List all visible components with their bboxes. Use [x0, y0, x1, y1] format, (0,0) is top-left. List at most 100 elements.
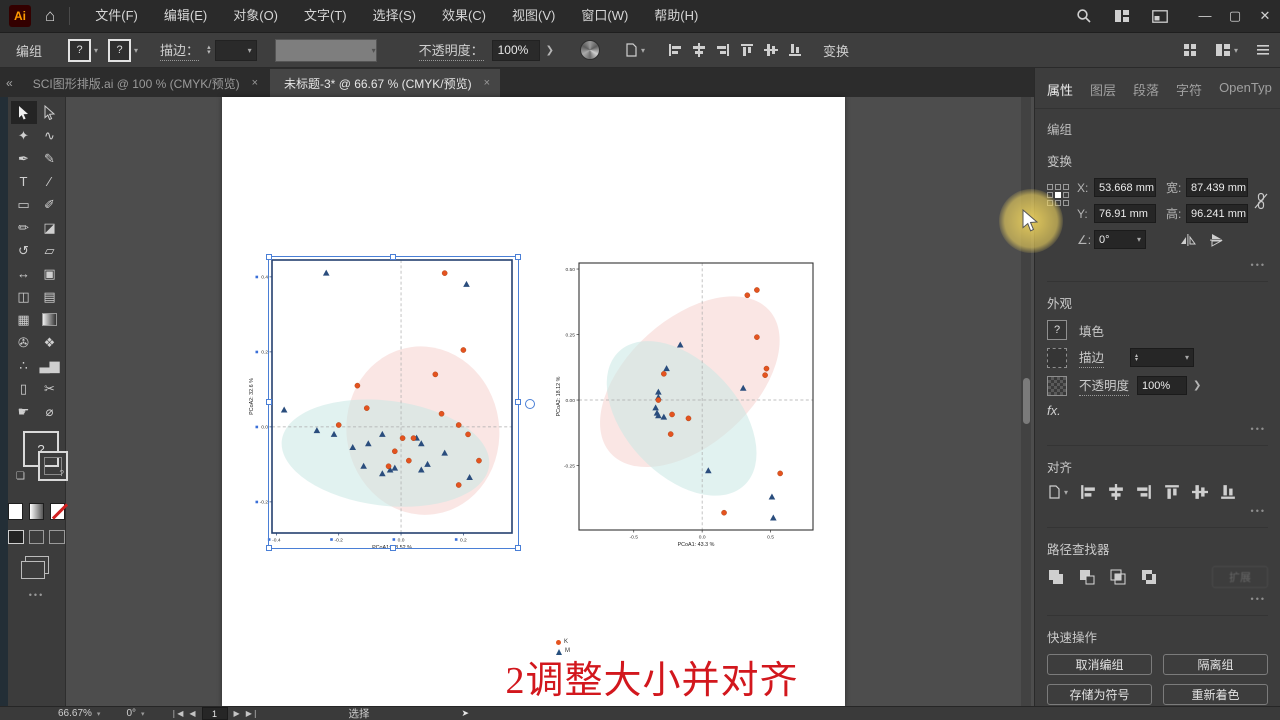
menu-edit[interactable]: 编辑(E)	[151, 0, 220, 32]
stroke-link[interactable]: 描边	[1079, 347, 1105, 368]
menu-object[interactable]: 对象(O)	[220, 0, 291, 32]
workspace-icon[interactable]: ▾	[1215, 43, 1238, 57]
minimize-button[interactable]: —	[1190, 0, 1220, 32]
tab-paragraph[interactable]: 段落	[1133, 80, 1159, 99]
column-graph-tool-icon[interactable]: ▃▆	[37, 354, 63, 377]
paintbrush-tool-icon[interactable]: ✐	[37, 193, 63, 216]
tab-opentype[interactable]: OpenTyp	[1219, 80, 1272, 99]
last-artboard-icon[interactable]: ▶❘	[246, 709, 259, 718]
draw-normal-mode[interactable]	[8, 530, 24, 544]
first-artboard-icon[interactable]: ❘◀	[171, 709, 184, 718]
stroke-link[interactable]: 描边：	[160, 40, 200, 61]
width-profile-dropdown[interactable]: ▾	[274, 38, 377, 62]
rectangle-tool-icon[interactable]: ▭	[11, 193, 37, 216]
opacity-input[interactable]: 100%	[1137, 376, 1188, 395]
transform-link[interactable]: 变换	[823, 41, 849, 60]
menu-file[interactable]: 文件(F)	[82, 0, 151, 32]
scale-tool-icon[interactable]: ▱	[37, 239, 63, 262]
x-input[interactable]: 53.668 mm	[1094, 178, 1156, 197]
menu-select[interactable]: 选择(S)	[360, 0, 429, 32]
menu-help[interactable]: 帮助(H)	[641, 0, 711, 32]
pathfinder-minus-front-icon[interactable]	[1078, 568, 1096, 586]
align-top-icon[interactable]	[740, 43, 754, 57]
align-right-icon[interactable]	[1136, 484, 1152, 500]
stroke-swatch[interactable]	[1047, 347, 1067, 368]
draw-behind-mode[interactable]	[28, 530, 45, 544]
align-vcenter-icon[interactable]	[764, 43, 778, 57]
menu-type[interactable]: 文字(T)	[291, 0, 360, 32]
lasso-tool-icon[interactable]: ∿	[37, 124, 63, 147]
workspace-switch-icon[interactable]	[1152, 10, 1168, 23]
curvature-tool-icon[interactable]: ✎	[37, 147, 63, 170]
unlink-dimensions-icon[interactable]	[1254, 192, 1268, 210]
recolor-artwork-icon[interactable]	[579, 40, 600, 60]
rotation-dropdown[interactable]: 0° ▾	[1094, 230, 1146, 249]
fill-swatch[interactable]: ?	[1047, 320, 1067, 340]
pen-tool-icon[interactable]: ✒	[11, 147, 37, 170]
close-button[interactable]: ✕	[1250, 0, 1280, 32]
maximize-button[interactable]: ▢	[1220, 0, 1250, 32]
chevron-down-icon[interactable]: ▾	[97, 710, 101, 718]
width-input[interactable]: 87.439 mm	[1186, 178, 1248, 197]
swap-fill-stroke-icon[interactable]: ❏	[16, 471, 25, 482]
fill-swatch[interactable]: ?	[68, 38, 92, 62]
height-input[interactable]: 96.241 mm	[1186, 204, 1248, 223]
color-fill-chip[interactable]	[8, 503, 23, 520]
align-left-icon[interactable]	[1080, 484, 1096, 500]
free-transform-tool-icon[interactable]: ▣	[37, 262, 63, 285]
artboard-tool-icon[interactable]: ▯	[11, 377, 37, 400]
selection-tool-icon[interactable]	[10, 101, 37, 124]
document-tab[interactable]: SCI图形排版.ai @ 100 % (CMYK/预览) ×	[18, 69, 269, 97]
prev-artboard-icon[interactable]: ◀	[189, 709, 195, 718]
annotation-text[interactable]: 2调整大小并对齐	[332, 649, 972, 704]
pathfinder-intersect-icon[interactable]	[1109, 568, 1127, 586]
align-hcenter-icon[interactable]	[1108, 484, 1124, 500]
close-icon[interactable]: ×	[484, 77, 490, 89]
chevron-right-icon[interactable]: ❯	[546, 45, 554, 56]
align-vcenter-icon[interactable]	[1192, 484, 1208, 500]
close-icon[interactable]: ×	[252, 77, 258, 89]
opacity-value[interactable]: 100%	[491, 39, 540, 61]
flip-horizontal-icon[interactable]	[1180, 233, 1196, 247]
draw-inside-mode[interactable]	[49, 530, 66, 544]
align-left-icon[interactable]	[668, 43, 682, 57]
align-bottom-icon[interactable]	[1220, 484, 1236, 500]
edit-toolbar-icon[interactable]: •••	[8, 590, 65, 600]
tab-layers[interactable]: 图层	[1090, 80, 1116, 99]
tab-properties[interactable]: 属性	[1047, 80, 1073, 99]
stroke-width-stepper[interactable]: ▴ ▾	[207, 44, 211, 56]
isolate-group-button[interactable]: 隔离组	[1163, 654, 1268, 675]
align-hcenter-icon[interactable]	[692, 43, 706, 57]
pcoa-plot-left[interactable]: -0.4 -0.2 0.0 0.2 0.4 0.2 0.0 -0.2 PCoA1: 33.52 …	[244, 250, 534, 550]
opacity-link[interactable]: 不透明度：	[418, 40, 484, 61]
gradient-tool-icon[interactable]	[37, 308, 63, 331]
fx-button[interactable]: fx.	[1047, 403, 1268, 418]
chevron-down-icon[interactable]: ▾	[134, 46, 138, 55]
gradient-chip[interactable]	[29, 503, 44, 520]
search-icon[interactable]	[1076, 8, 1092, 24]
more-options-icon[interactable]: •••	[1047, 256, 1268, 272]
shape-builder-tool-icon[interactable]: ◫	[11, 285, 37, 308]
change-screen-mode-icon[interactable]	[20, 556, 49, 579]
more-options-icon[interactable]: •••	[1047, 590, 1268, 606]
eraser-tool-icon[interactable]: ◪	[37, 216, 63, 239]
save-as-symbol-button[interactable]: 存储为符号	[1047, 684, 1152, 705]
arrange-icon[interactable]	[1183, 43, 1197, 57]
symbol-sprayer-tool-icon[interactable]: ∴	[11, 354, 37, 377]
slice-tool-icon[interactable]: ✂	[37, 377, 63, 400]
menu-icon[interactable]	[1256, 44, 1270, 56]
rotation-value[interactable]: 0°	[126, 708, 136, 719]
fill-label[interactable]: 填色	[1079, 321, 1104, 340]
align-right-icon[interactable]	[716, 43, 730, 57]
artboard-number-input[interactable]: 1	[201, 707, 228, 720]
app-logo[interactable]: Ai	[9, 5, 31, 27]
pathfinder-exclude-icon[interactable]	[1140, 568, 1158, 586]
chevron-right-icon[interactable]: ❯	[1193, 380, 1201, 391]
zoom-tool-icon[interactable]: ⌀	[37, 400, 63, 423]
chevron-down-icon[interactable]: ▾	[141, 710, 145, 718]
y-input[interactable]: 76.91 mm	[1094, 204, 1156, 223]
menu-effect[interactable]: 效果(C)	[429, 0, 499, 32]
align-top-icon[interactable]	[1164, 484, 1180, 500]
flip-vertical-icon[interactable]	[1208, 233, 1224, 247]
hand-tool-icon[interactable]: ☛	[11, 400, 37, 423]
